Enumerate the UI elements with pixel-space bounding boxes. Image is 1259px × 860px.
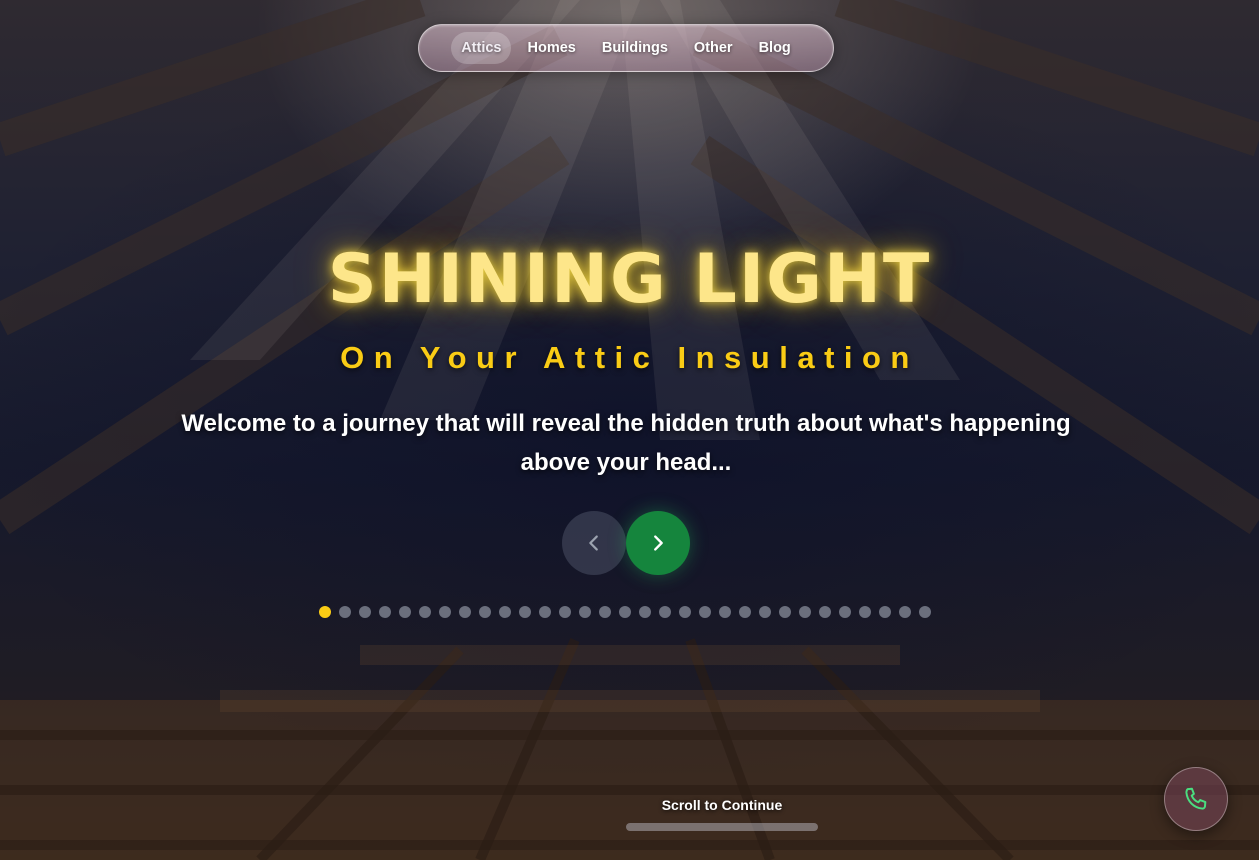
slide-dot[interactable] (539, 606, 551, 618)
nav-item-other[interactable]: Other (684, 32, 743, 64)
slide-dot[interactable] (779, 606, 791, 618)
next-slide-button[interactable] (626, 511, 690, 575)
chevron-right-icon (654, 535, 663, 551)
scroll-to-continue-label: Scroll to Continue (661, 797, 783, 813)
slide-dot[interactable] (659, 606, 671, 618)
slide-dot[interactable] (359, 606, 371, 618)
slide-dot[interactable] (599, 606, 611, 618)
slide-dot[interactable] (719, 606, 731, 618)
slide-dot[interactable] (819, 606, 831, 618)
slide-dot[interactable] (899, 606, 911, 618)
slide-pagination (319, 606, 931, 618)
slide-dot[interactable] (699, 606, 711, 618)
nav-item-attics[interactable]: Attics (451, 32, 512, 64)
slide-dot[interactable] (879, 606, 891, 618)
nav-item-homes[interactable]: Homes (517, 32, 585, 64)
nav-item-buildings[interactable]: Buildings (592, 32, 678, 64)
slide-dot[interactable] (459, 606, 471, 618)
hero-title: SHINING LIGHT (327, 240, 932, 319)
previous-slide-button[interactable] (562, 511, 626, 575)
scroll-progress-bar[interactable] (626, 823, 818, 831)
hero-subtitle: On Your Attic Insulation (340, 340, 919, 375)
slide-dot[interactable] (319, 606, 331, 618)
slide-dot[interactable] (619, 606, 631, 618)
slide-dot[interactable] (399, 606, 411, 618)
hero-section: Attics Homes Buildings Other Blog SHININ… (0, 0, 1259, 860)
chevron-left-icon (589, 535, 598, 551)
slide-dot[interactable] (419, 606, 431, 618)
top-navigation: Attics Homes Buildings Other Blog (418, 24, 834, 72)
slide-dot[interactable] (439, 606, 451, 618)
slide-dot[interactable] (379, 606, 391, 618)
nav-item-blog[interactable]: Blog (749, 32, 801, 64)
slide-dot[interactable] (499, 606, 511, 618)
slide-dot[interactable] (839, 606, 851, 618)
slide-dot[interactable] (579, 606, 591, 618)
hero-description: Welcome to a journey that will reveal th… (181, 410, 1071, 476)
slide-dot[interactable] (739, 606, 751, 618)
slide-dot[interactable] (759, 606, 771, 618)
call-button[interactable] (1164, 767, 1228, 831)
phone-icon (1185, 787, 1207, 810)
slide-dot[interactable] (859, 606, 871, 618)
slide-dot[interactable] (639, 606, 651, 618)
slide-dot[interactable] (679, 606, 691, 618)
slide-dot[interactable] (519, 606, 531, 618)
slide-dot[interactable] (479, 606, 491, 618)
slide-dot[interactable] (799, 606, 811, 618)
slide-dot[interactable] (339, 606, 351, 618)
slide-dot[interactable] (559, 606, 571, 618)
slide-dot[interactable] (919, 606, 931, 618)
